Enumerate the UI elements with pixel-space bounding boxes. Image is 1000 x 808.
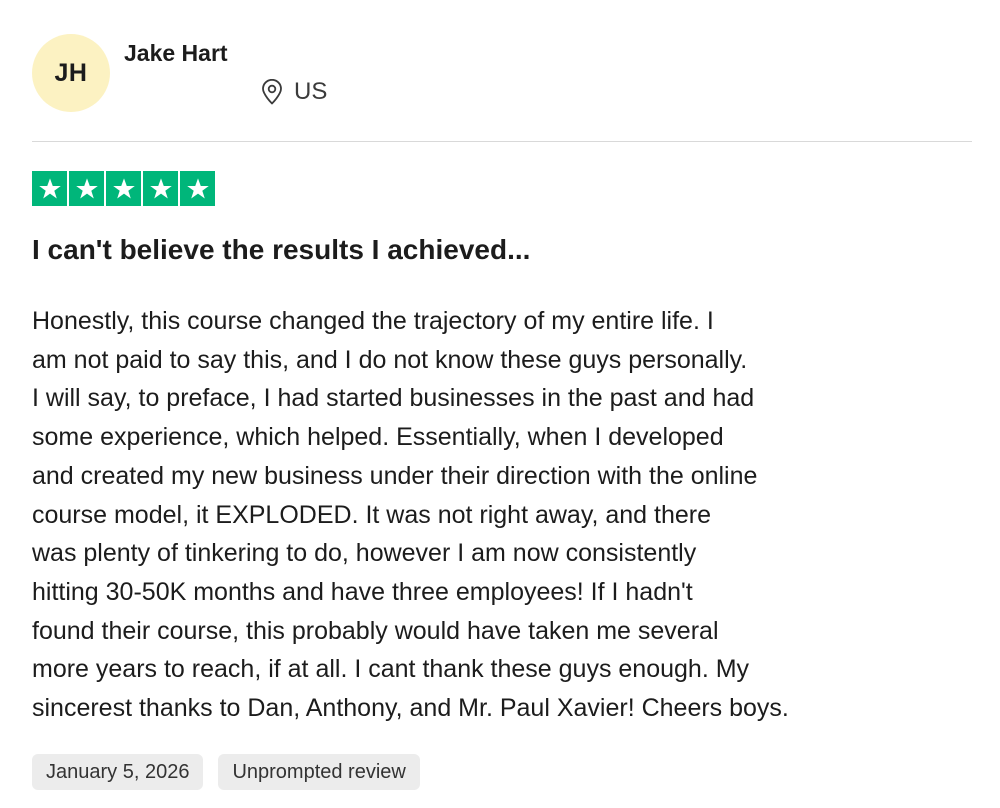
review-body-line: and created my new business under their … bbox=[32, 461, 758, 490]
reviewer-name[interactable]: Jake Hart bbox=[124, 40, 228, 67]
star-icon bbox=[69, 171, 104, 206]
review-body-line: I will say, to preface, I had started bu… bbox=[32, 384, 755, 413]
review-body-line: Honestly, this course changed the trajec… bbox=[32, 307, 714, 335]
star-icon bbox=[180, 171, 215, 206]
review-title[interactable]: I can't believe the results I achieved..… bbox=[32, 234, 530, 266]
review-body-line: some experience, which helped. Essential… bbox=[32, 423, 724, 452]
divider bbox=[32, 141, 972, 142]
location-pin-icon bbox=[260, 79, 284, 105]
avatar[interactable]: JH bbox=[32, 34, 110, 112]
review-body-line: course model, it EXPLODED. It was not ri… bbox=[32, 500, 712, 529]
review-tags: January 5, 2026 Unprompted review bbox=[32, 754, 420, 790]
review-body: Honestly, this course changed the trajec… bbox=[32, 302, 932, 728]
star-icon bbox=[106, 171, 141, 206]
review-body-line: was plenty of tinkering to do, however I… bbox=[32, 539, 697, 568]
star-icon bbox=[32, 171, 67, 206]
review-type-badge[interactable]: Unprompted review bbox=[218, 754, 420, 790]
date-badge: January 5, 2026 bbox=[32, 754, 204, 790]
reviewer-location: US bbox=[260, 76, 327, 108]
review-body-line: more years to reach, if at all. I cant t… bbox=[32, 655, 750, 684]
reviewer-header: JH Jake Hart US bbox=[32, 34, 972, 114]
star-rating bbox=[32, 171, 215, 206]
star-icon bbox=[143, 171, 178, 206]
review-body-line: sincerest thanks to Dan, Anthony, and Mr… bbox=[32, 694, 789, 723]
country-label: US bbox=[294, 78, 328, 105]
review-body-line: found their course, this probably would … bbox=[32, 616, 719, 645]
review-body-line: hitting 30-50K months and have three emp… bbox=[32, 577, 693, 606]
review-body-line: am not paid to say this, and I do not kn… bbox=[32, 345, 748, 374]
